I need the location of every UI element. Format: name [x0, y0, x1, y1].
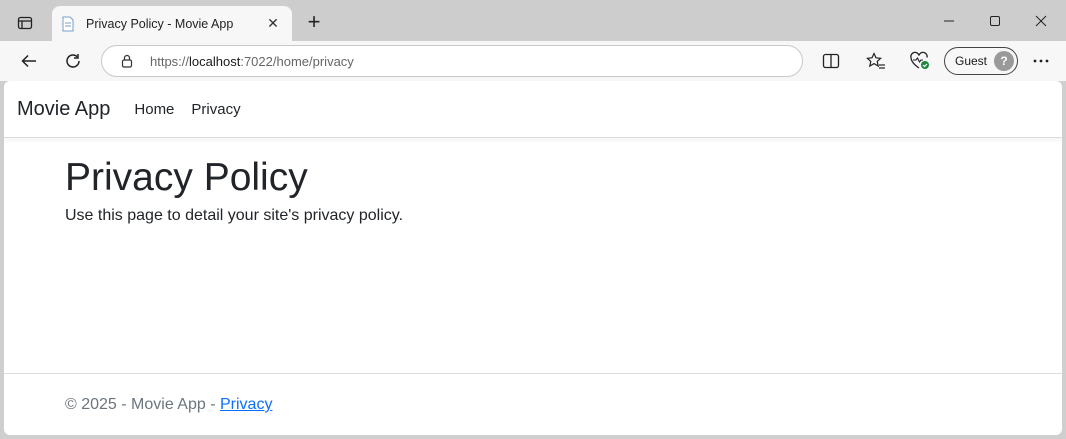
- browser-tab-strip: Privacy Policy - Movie App ✕ +: [0, 0, 1066, 41]
- profile-label: Guest: [955, 54, 988, 68]
- profile-button[interactable]: Guest ?: [944, 47, 1018, 75]
- maximize-icon[interactable]: [972, 6, 1018, 36]
- site-navbar: Movie App Home Privacy: [4, 81, 1062, 138]
- back-icon[interactable]: [14, 46, 44, 76]
- browser-tab[interactable]: Privacy Policy - Movie App ✕: [52, 6, 292, 41]
- main-content: Privacy Policy Use this page to detail y…: [4, 138, 1062, 225]
- page-description: Use this page to detail your site's priv…: [65, 206, 404, 224]
- split-screen-icon[interactable]: [816, 46, 846, 76]
- url-scheme: https://: [150, 53, 190, 69]
- url-host: localhost: [189, 53, 241, 69]
- more-options-icon[interactable]: [1026, 46, 1056, 76]
- url-path: :7022/home/privacy: [240, 53, 354, 69]
- tab-actions-icon[interactable]: [10, 8, 40, 38]
- nav-link-home[interactable]: Home: [134, 101, 174, 118]
- minimize-icon[interactable]: [926, 6, 972, 36]
- url-text: https://localhost:7022/home/privacy: [150, 54, 354, 69]
- lock-icon[interactable]: [118, 52, 136, 70]
- new-tab-icon[interactable]: +: [301, 9, 327, 35]
- address-bar[interactable]: https://localhost:7022/home/privacy: [101, 45, 803, 77]
- page-title: Privacy Policy: [65, 156, 308, 199]
- close-icon[interactable]: ✕: [262, 13, 284, 35]
- browser-toolbar: https://localhost:7022/home/privacy Gues…: [0, 41, 1066, 81]
- refresh-icon[interactable]: [58, 46, 88, 76]
- site-brand[interactable]: Movie App: [17, 98, 110, 121]
- footer-privacy-link[interactable]: Privacy: [220, 396, 272, 413]
- site-footer: © 2025 - Movie App - Privacy: [4, 373, 1062, 435]
- tab-title: Privacy Policy - Movie App: [86, 16, 234, 31]
- nav-link-privacy[interactable]: Privacy: [191, 101, 240, 118]
- avatar-icon: ?: [994, 51, 1014, 71]
- page-viewport: Movie App Home Privacy Privacy Policy Us…: [4, 81, 1062, 435]
- close-window-icon[interactable]: [1018, 6, 1064, 36]
- page-icon: [60, 16, 76, 32]
- footer-copyright: © 2025 - Movie App -: [65, 396, 220, 413]
- browser-essentials-icon[interactable]: [905, 46, 935, 76]
- favorites-icon[interactable]: [861, 46, 891, 76]
